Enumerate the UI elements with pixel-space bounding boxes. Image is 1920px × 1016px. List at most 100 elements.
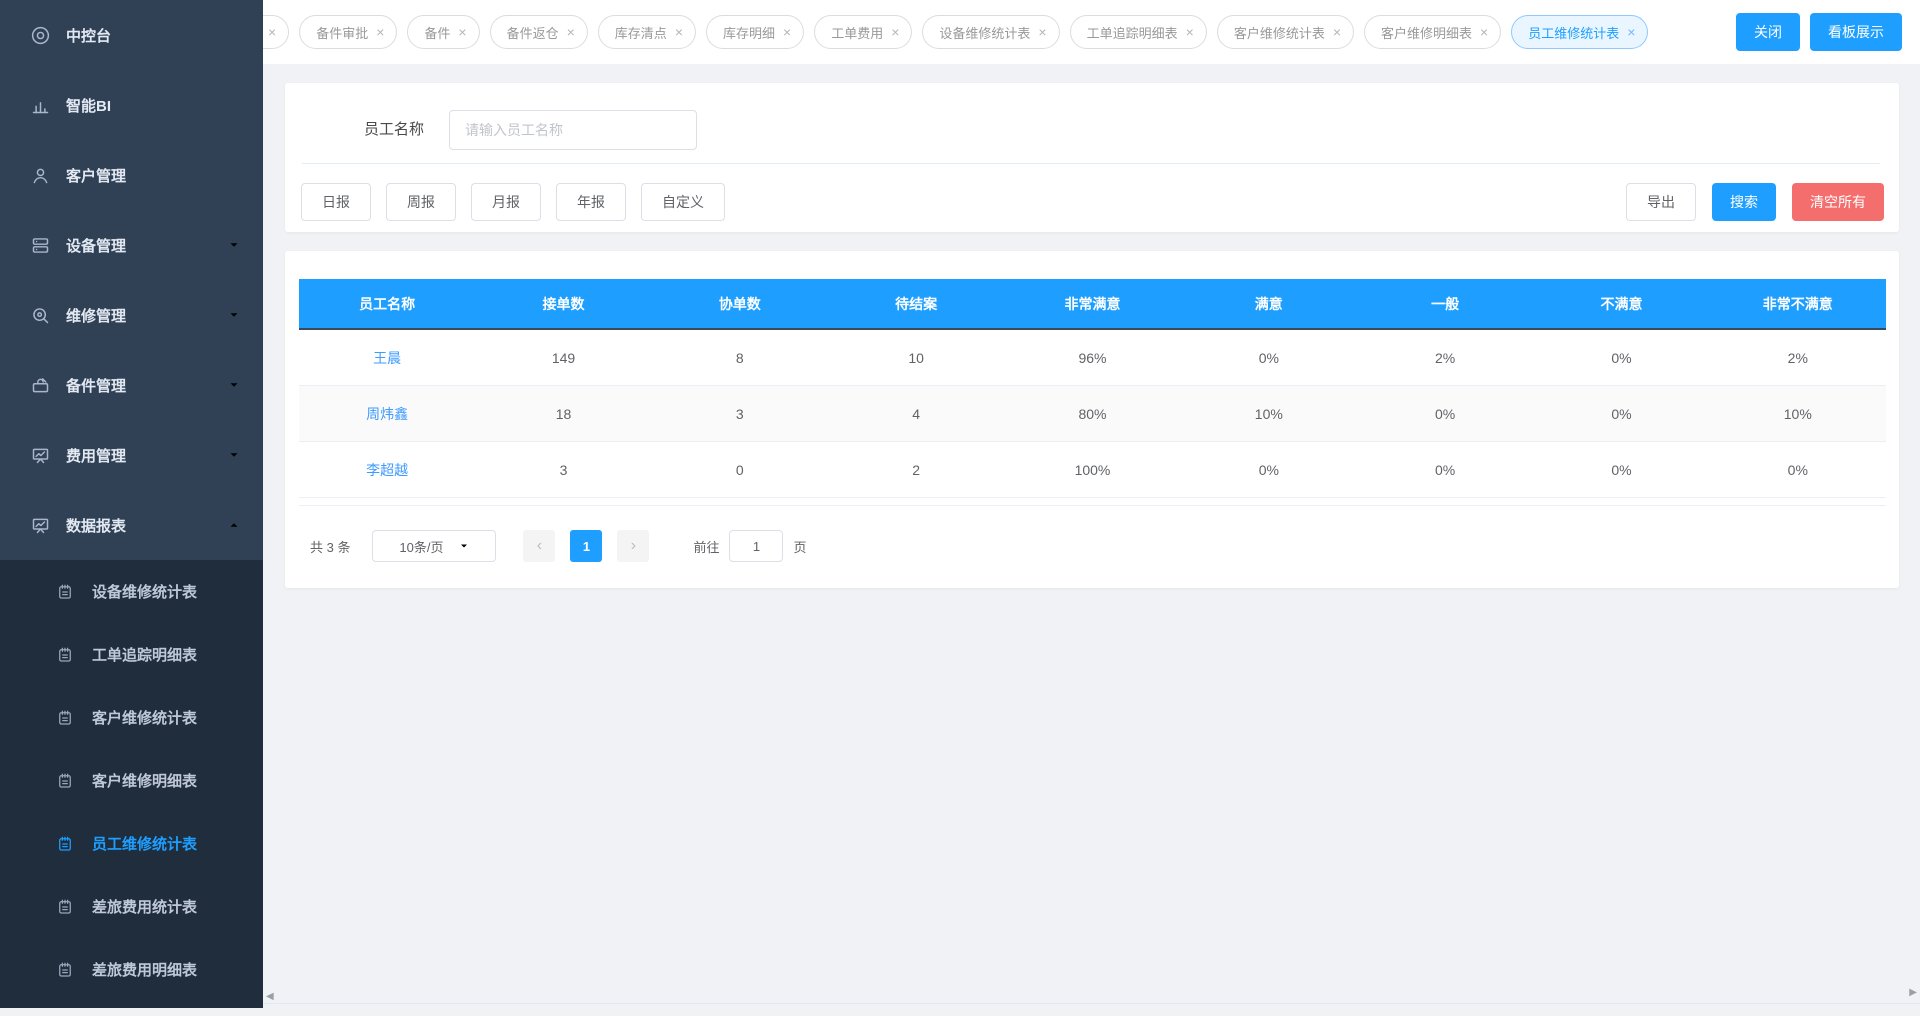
tab-8[interactable]: 工单追踪明细表× (1070, 15, 1207, 49)
chevron-down-icon (227, 378, 241, 392)
table-cell: 0% (1710, 442, 1886, 497)
tab-3[interactable]: 备件返仓× (490, 15, 588, 49)
report-sheet-icon (56, 835, 74, 853)
bar-chart-icon (30, 95, 51, 116)
tab-5[interactable]: 库存明细× (706, 15, 804, 49)
table-cell: 80% (1004, 386, 1180, 441)
period-button-3[interactable]: 年报 (556, 183, 626, 221)
expense-board-icon (30, 445, 51, 466)
clear-all-button[interactable]: 清空所有 (1792, 183, 1884, 221)
bottom-strip (0, 1008, 1920, 1016)
sidebar-item-label: 智能BI (66, 95, 111, 116)
sidebar-subitem-label: 客户维修明细表 (92, 770, 197, 791)
tab-close-icon[interactable]: × (268, 25, 276, 39)
employee-name-input[interactable] (449, 110, 697, 150)
sidebar-subitem-0[interactable]: 设备维修统计表 (0, 560, 263, 623)
tab-close-icon[interactable]: × (1627, 25, 1635, 39)
tab-7[interactable]: 设备维修统计表 × (922, 15, 1059, 49)
tab-4[interactable]: 库存清点× (598, 15, 696, 49)
table-cell: 0% (1181, 330, 1357, 385)
search-button[interactable]: 搜索 (1712, 183, 1776, 221)
tab-close-icon[interactable]: × (1480, 25, 1488, 39)
sidebar-subitem-1[interactable]: 工单追踪明细表 (0, 623, 263, 686)
tab-close-icon[interactable]: × (1038, 25, 1046, 39)
sidebar-subitem-label: 员工维修统计表 (92, 833, 197, 854)
table-cell: 149 (475, 330, 651, 385)
tab-close-icon[interactable]: × (891, 25, 899, 39)
tab-close-icon[interactable]: × (675, 25, 683, 39)
current-page-button[interactable]: 1 (570, 530, 602, 562)
prev-page-button[interactable]: ‹ (523, 530, 555, 562)
table-cell: 10% (1710, 386, 1886, 441)
sidebar-item-1[interactable]: 智能BI (0, 70, 263, 140)
goto-page-input[interactable] (729, 530, 783, 562)
tab-0[interactable]: × (263, 15, 289, 49)
chevron-down-icon (227, 448, 241, 462)
page-size-select[interactable]: 10条/页 (372, 530, 496, 562)
tab-close-icon[interactable]: × (458, 25, 466, 39)
period-button-2[interactable]: 月报 (471, 183, 541, 221)
export-button[interactable]: 导出 (1626, 183, 1696, 221)
period-button-0[interactable]: 日报 (301, 183, 371, 221)
period-button-1[interactable]: 周报 (386, 183, 456, 221)
chevron-down-icon (227, 308, 241, 322)
sidebar-item-label: 设备管理 (66, 235, 126, 256)
sidebar-subitem-4[interactable]: 员工维修统计表 (0, 812, 263, 875)
table-cell: 2% (1710, 330, 1886, 385)
report-board-icon (30, 515, 51, 536)
employee-name-link[interactable]: 周炜鑫 (299, 386, 475, 441)
filter-divider (302, 163, 1880, 164)
sidebar-item-0[interactable]: 中控台 (0, 0, 263, 70)
employee-name-link[interactable]: 李超越 (299, 442, 475, 497)
column-header: 接单数 (475, 279, 651, 328)
tab-1[interactable]: 备件审批× (299, 15, 397, 49)
tab-10[interactable]: 客户维修明细表× (1364, 15, 1501, 49)
table-cell: 2% (1357, 330, 1533, 385)
table-row-0: 王晨14981096%0%2%0%2% (299, 330, 1886, 386)
sidebar-item-4[interactable]: 维修管理 (0, 280, 263, 350)
sidebar-subitem-6[interactable]: 差旅费用明细表 (0, 938, 263, 1001)
tab-close-icon[interactable]: × (1333, 25, 1341, 39)
employee-name-label: 员工名称 (364, 110, 424, 150)
tab-2[interactable]: 备件× (407, 15, 479, 49)
sidebar-item-2[interactable]: 客户管理 (0, 140, 263, 210)
tab-9[interactable]: 客户维修统计表 × (1217, 15, 1354, 49)
board-display-button[interactable]: 看板展示 (1810, 13, 1902, 51)
sidebar-subitem-3[interactable]: 客户维修明细表 (0, 749, 263, 812)
table-bottom-border (299, 498, 1886, 506)
report-sheet-icon (56, 961, 74, 979)
scroll-left-icon[interactable]: ◀ (266, 992, 274, 1002)
tab-close-icon[interactable]: × (376, 25, 384, 39)
tab-label: 设备维修统计表 (939, 23, 1030, 42)
tab-6[interactable]: 工单费用× (814, 15, 912, 49)
column-header: 满意 (1181, 279, 1357, 328)
employee-name-link[interactable]: 王晨 (299, 330, 475, 385)
repair-icon (30, 305, 51, 326)
sidebar-subitem-5[interactable]: 差旅费用统计表 (0, 875, 263, 938)
sidebar-item-label: 维修管理 (66, 305, 126, 326)
period-button-4[interactable]: 自定义 (641, 183, 725, 221)
sidebar-item-6[interactable]: 费用管理 (0, 420, 263, 490)
device-icon (30, 235, 51, 256)
chevron-down-icon (458, 540, 470, 552)
scroll-right-icon[interactable]: ▶ (1909, 988, 1917, 998)
sidebar-item-3[interactable]: 设备管理 (0, 210, 263, 280)
tab-bar: ×备件审批×备件×备件返仓×库存清点×库存明细×工单费用×设备维修统计表×工单追… (263, 0, 1920, 64)
sidebar-subitem-label: 差旅费用明细表 (92, 959, 197, 980)
tab-11[interactable]: 员工维修统计表× (1511, 15, 1648, 49)
tab-close-icon[interactable]: × (783, 25, 791, 39)
scrollbar-track-line (263, 1003, 1920, 1004)
tab-label: 客户维修统计表 (1234, 23, 1325, 42)
tab-close-icon[interactable]: × (567, 25, 575, 39)
report-sheet-icon (56, 646, 74, 664)
sidebar-item-7[interactable]: 数据报表 (0, 490, 263, 560)
table-cell: 3 (475, 442, 651, 497)
sidebar-subitem-2[interactable]: 客户维修统计表 (0, 686, 263, 749)
goto-label: 前往 (693, 537, 719, 556)
next-page-button[interactable]: › (617, 530, 649, 562)
table-cell: 0% (1533, 330, 1709, 385)
close-button[interactable]: 关闭 (1736, 13, 1800, 51)
sidebar-item-5[interactable]: 备件管理 (0, 350, 263, 420)
tab-close-icon[interactable]: × (1186, 25, 1194, 39)
sidebar-item-label: 数据报表 (66, 515, 126, 536)
